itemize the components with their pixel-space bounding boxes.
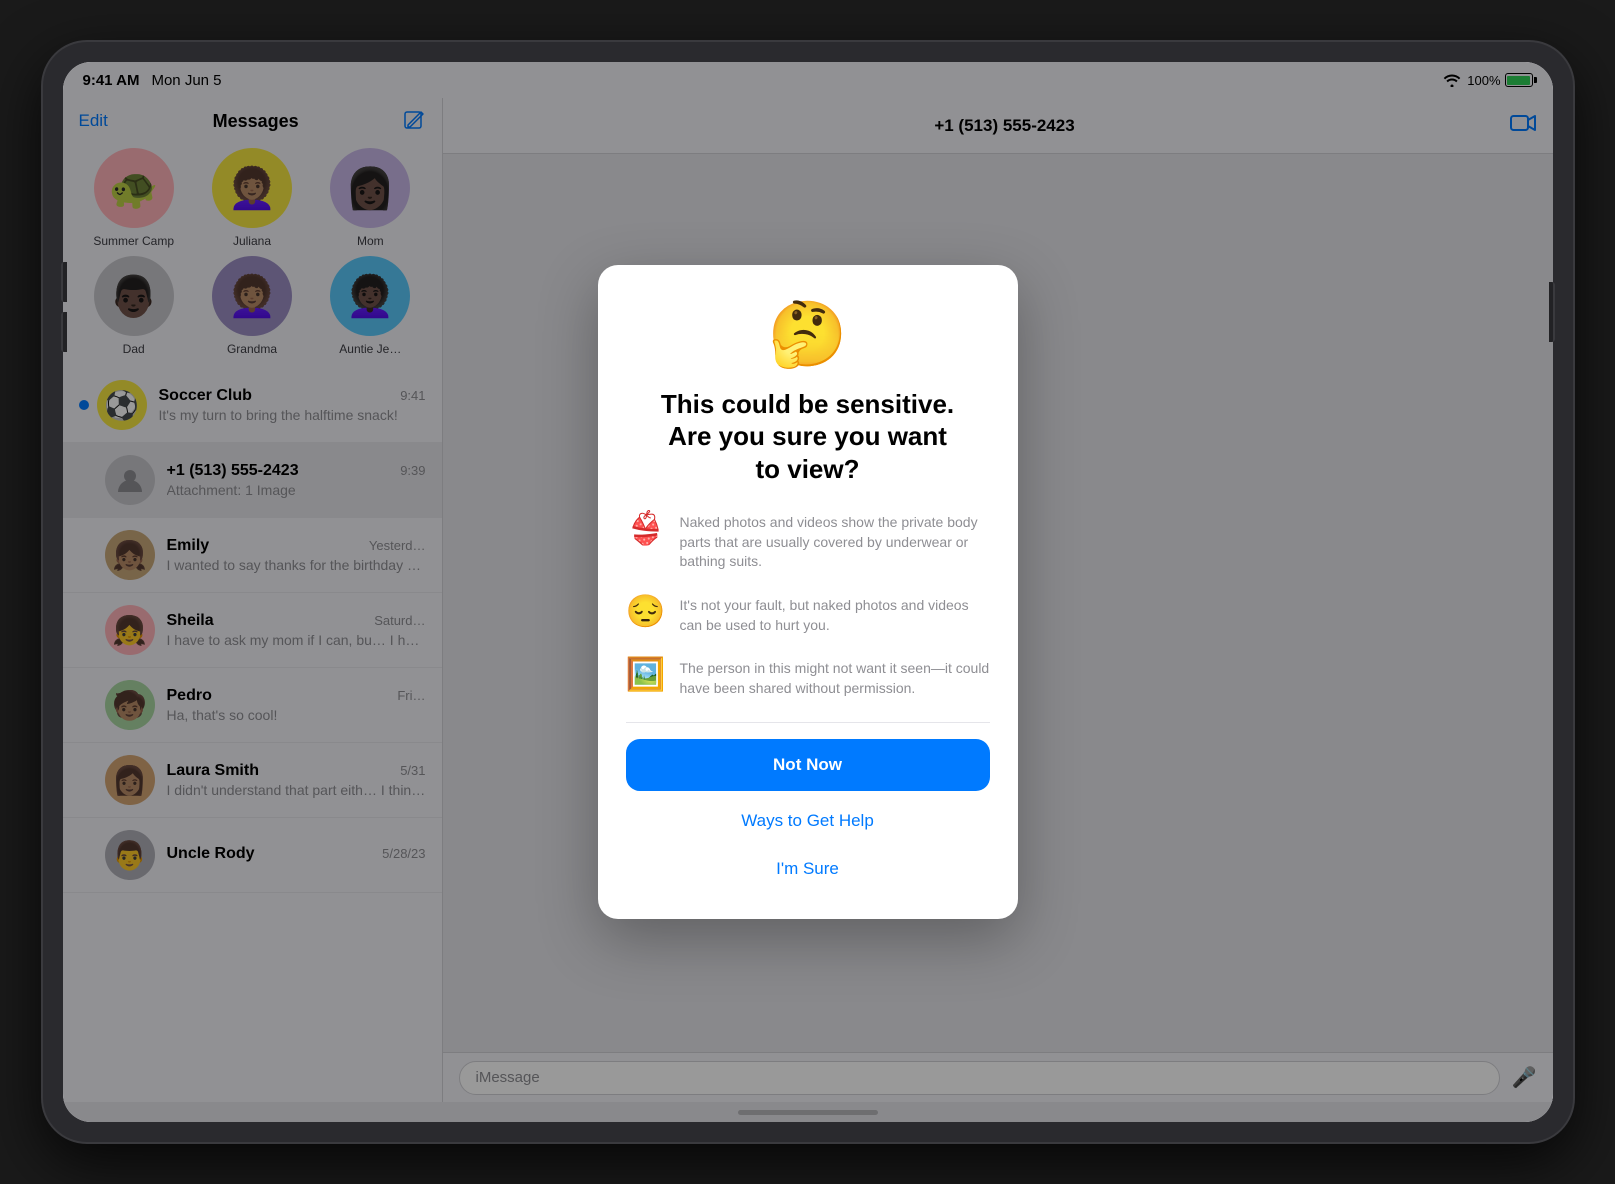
dialog-item-1-text: Naked photos and videos show the private… bbox=[680, 509, 990, 572]
dialog-emoji: 🤔 bbox=[768, 297, 848, 372]
dialog-items: 👙 Naked photos and videos show the priva… bbox=[626, 509, 990, 698]
dialog-item-2-text: It's not your fault, but naked photos an… bbox=[680, 592, 990, 635]
ways-to-get-help-button[interactable]: Ways to Get Help bbox=[626, 799, 990, 843]
modal-overlay: 🤔 This could be sensitive.Are you sure y… bbox=[63, 62, 1553, 1122]
dialog-item-1: 👙 Naked photos and videos show the priva… bbox=[626, 509, 990, 572]
dialog-item-3: 🖼️ The person in this might not want it … bbox=[626, 655, 990, 698]
dialog-item-1-icon: 👙 bbox=[626, 509, 666, 547]
dialog-item-3-icon: 🖼️ bbox=[626, 655, 666, 693]
dialog-item-2: 😔 It's not your fault, but naked photos … bbox=[626, 592, 990, 635]
dialog-separator bbox=[626, 722, 990, 723]
ipad-frame: 9:41 AM Mon Jun 5 100% bbox=[43, 42, 1573, 1142]
sensitive-content-dialog: 🤔 This could be sensitive.Are you sure y… bbox=[598, 265, 1018, 920]
not-now-button[interactable]: Not Now bbox=[626, 739, 990, 791]
dialog-item-3-text: The person in this might not want it see… bbox=[680, 655, 990, 698]
dialog-title: This could be sensitive.Are you sure you… bbox=[661, 388, 954, 486]
im-sure-button[interactable]: I'm Sure bbox=[626, 847, 990, 891]
ipad-screen: 9:41 AM Mon Jun 5 100% bbox=[63, 62, 1553, 1122]
dialog-item-2-icon: 😔 bbox=[626, 592, 666, 630]
